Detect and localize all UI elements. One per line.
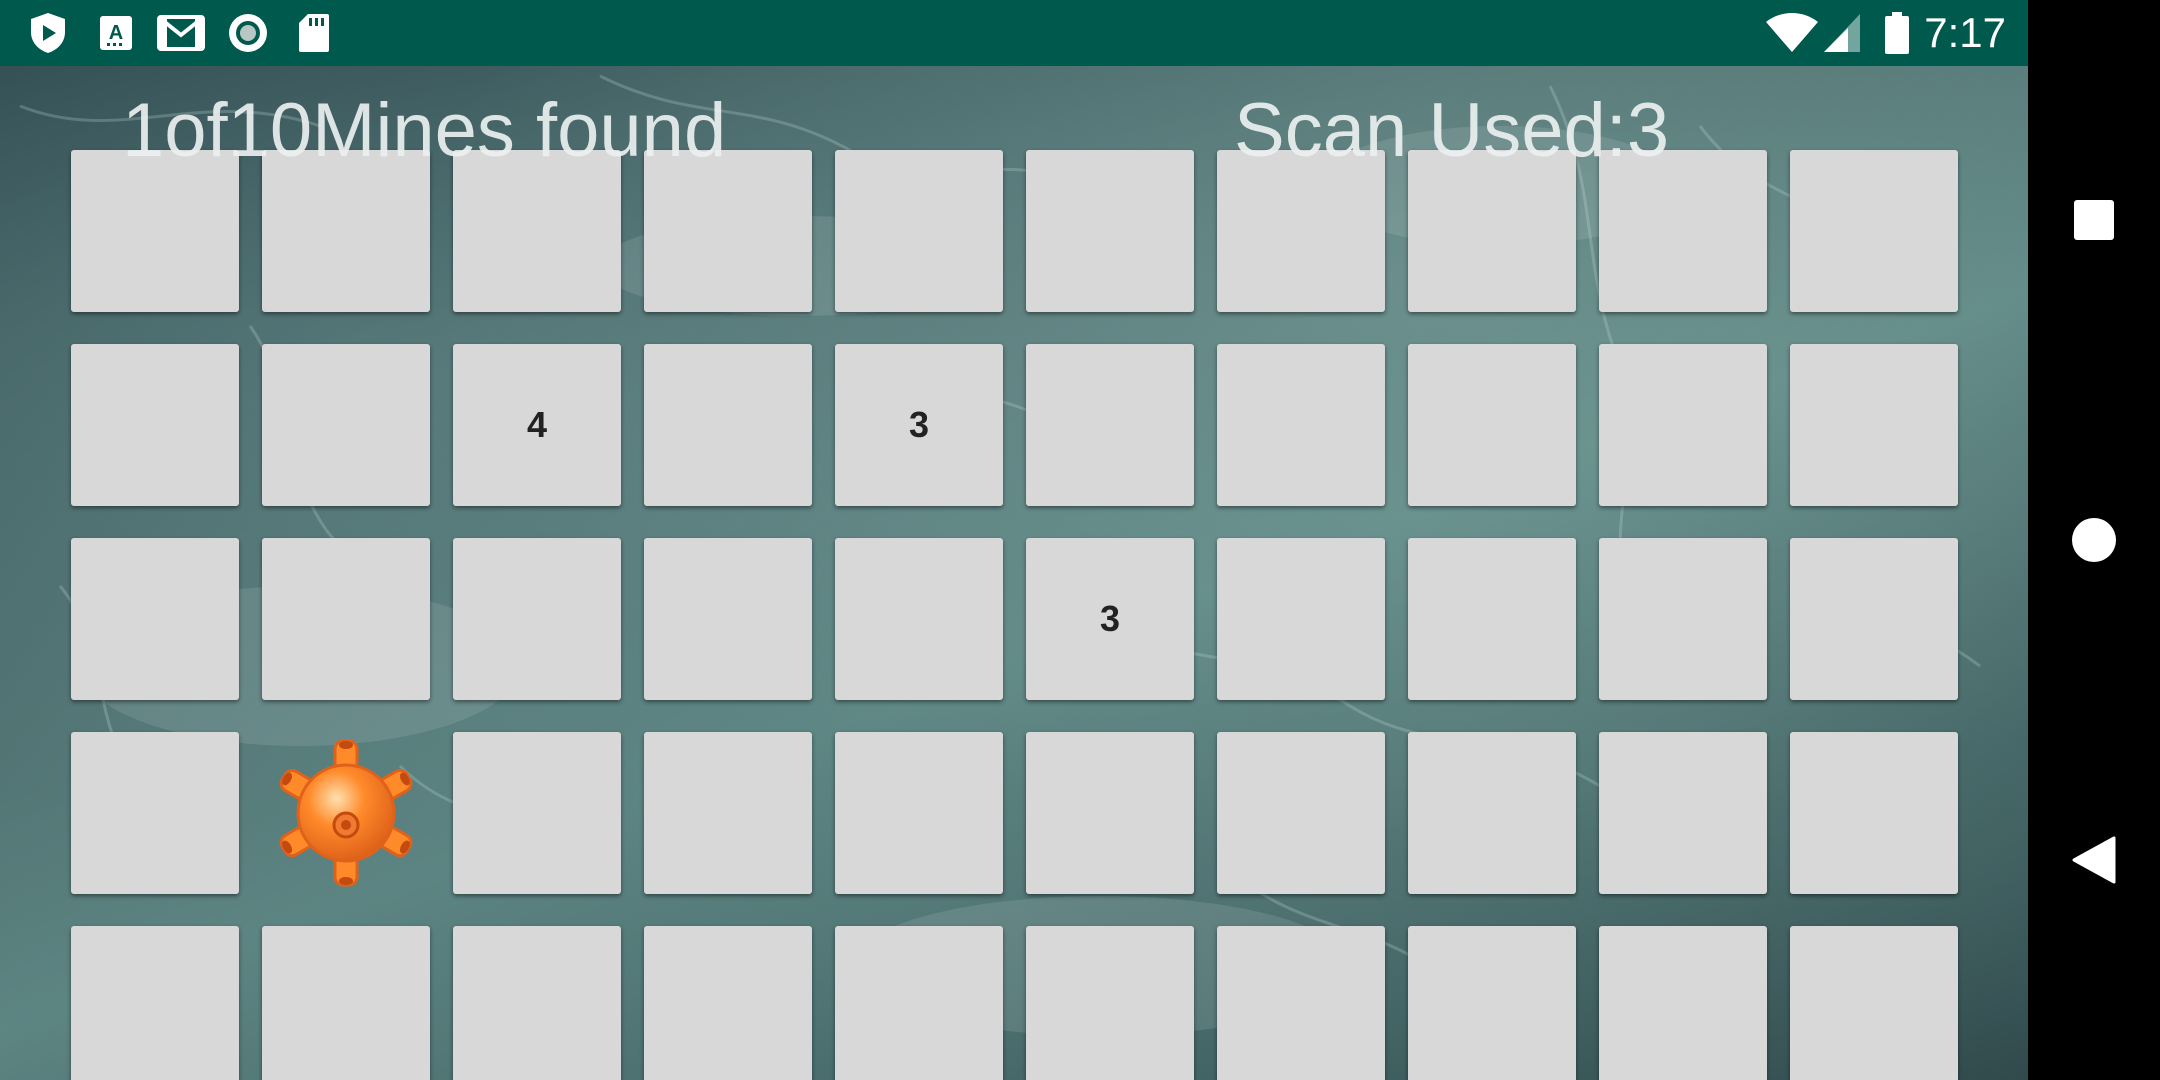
status-bar: A 7:17 — [0, 0, 2028, 66]
record-icon — [226, 12, 270, 54]
hidden-tile[interactable] — [71, 926, 239, 1080]
hidden-tile[interactable] — [1217, 538, 1385, 700]
scan-used-label: Scan Used:3 — [1234, 88, 1670, 173]
hidden-tile[interactable] — [1026, 344, 1194, 506]
hidden-tile[interactable] — [1599, 538, 1767, 700]
keyboard-a-icon: A — [98, 12, 134, 54]
number-tile[interactable]: 4 — [453, 344, 621, 506]
gmail-icon — [156, 12, 206, 54]
hidden-tile[interactable] — [835, 538, 1003, 700]
hidden-tile[interactable] — [262, 926, 430, 1080]
sd-card-icon — [296, 12, 332, 54]
hidden-tile[interactable] — [644, 926, 812, 1080]
screen: A 7:17 1of10Mines found Scan Used:3 4 3 … — [0, 0, 2160, 1080]
hidden-tile[interactable] — [1026, 732, 1194, 894]
hidden-tile[interactable] — [453, 926, 621, 1080]
hidden-tile[interactable] — [1026, 926, 1194, 1080]
hidden-tile[interactable] — [1790, 732, 1958, 894]
hidden-tile[interactable] — [835, 926, 1003, 1080]
hidden-tile[interactable] — [71, 732, 239, 894]
hidden-tile[interactable] — [1026, 150, 1194, 312]
hidden-tile[interactable] — [644, 538, 812, 700]
hidden-tile[interactable] — [1790, 926, 1958, 1080]
hidden-tile[interactable] — [1599, 344, 1767, 506]
number-tile[interactable]: 3 — [1026, 538, 1194, 700]
svg-text:A: A — [109, 22, 123, 44]
recents-button[interactable] — [2028, 154, 2160, 286]
cell-signal-icon — [1822, 12, 1862, 54]
hidden-tile[interactable] — [644, 344, 812, 506]
hidden-tile[interactable] — [1408, 538, 1576, 700]
mine-grid: 4 33 — [71, 150, 1958, 1080]
hidden-tile[interactable] — [453, 538, 621, 700]
hidden-tile[interactable] — [1408, 926, 1576, 1080]
hidden-tile[interactable] — [1408, 732, 1576, 894]
hidden-tile[interactable] — [835, 150, 1003, 312]
square-icon — [2074, 200, 2114, 240]
hidden-tile[interactable] — [71, 538, 239, 700]
hidden-tile[interactable] — [1408, 344, 1576, 506]
number-tile[interactable]: 3 — [835, 344, 1003, 506]
battery-icon — [1882, 12, 1912, 54]
mines-found-label: 1of10Mines found — [122, 88, 727, 173]
triangle-back-icon — [2072, 836, 2116, 884]
mine-tile[interactable] — [262, 732, 430, 894]
hidden-tile[interactable] — [71, 344, 239, 506]
play-protect-icon — [28, 12, 68, 54]
hidden-tile[interactable] — [1790, 150, 1958, 312]
hidden-tile[interactable] — [644, 732, 812, 894]
hidden-tile[interactable] — [1599, 926, 1767, 1080]
hidden-tile[interactable] — [1217, 926, 1385, 1080]
hidden-tile[interactable] — [1217, 732, 1385, 894]
hidden-tile[interactable] — [835, 732, 1003, 894]
hidden-tile[interactable] — [262, 538, 430, 700]
game-board-area: 1of10Mines found Scan Used:3 4 33 — [0, 66, 2028, 1080]
circle-icon — [2072, 518, 2116, 562]
clock: 7:17 — [1924, 9, 2006, 56]
hidden-tile[interactable] — [1217, 344, 1385, 506]
hidden-tile[interactable] — [262, 344, 430, 506]
mine-icon — [279, 739, 413, 887]
wifi-icon — [1764, 12, 1820, 54]
back-button[interactable] — [2028, 794, 2160, 926]
navigation-bar — [2028, 0, 2160, 1080]
hidden-tile[interactable] — [1790, 538, 1958, 700]
home-button[interactable] — [2028, 474, 2160, 606]
hidden-tile[interactable] — [1599, 732, 1767, 894]
hidden-tile[interactable] — [453, 732, 621, 894]
hidden-tile[interactable] — [1790, 344, 1958, 506]
